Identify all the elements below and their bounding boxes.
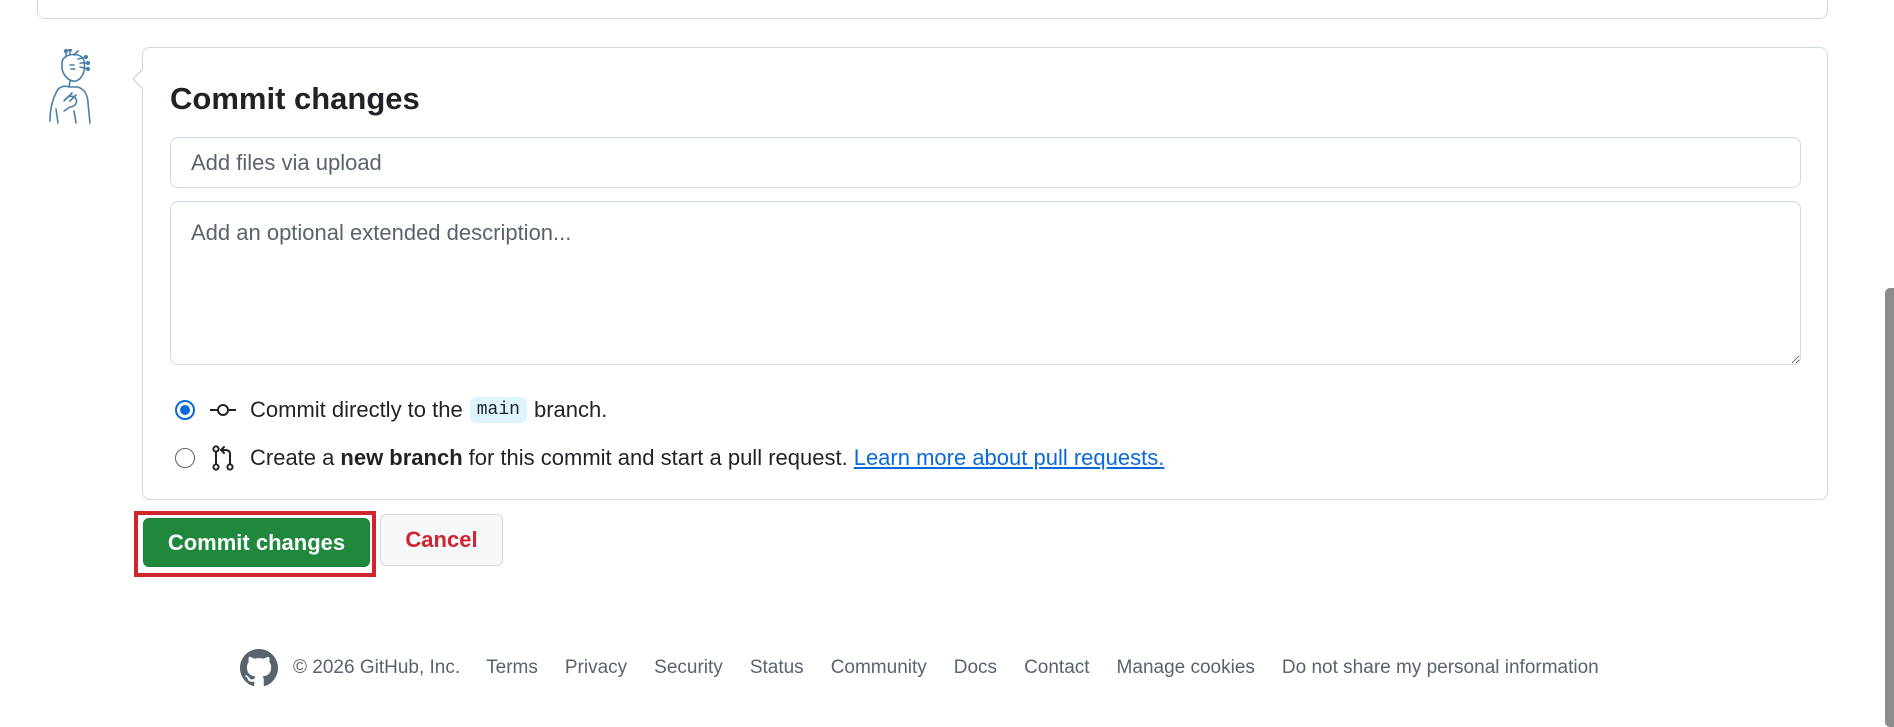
footer-link-do-not-share[interactable]: Do not share my personal information [1282, 657, 1599, 679]
copilot-avatar-icon [49, 49, 91, 124]
footer-copyright: © 2026 GitHub, Inc. [293, 657, 461, 678]
direct-text-before: Commit directly to the [250, 397, 463, 422]
commit-changes-button[interactable]: Commit changes [143, 518, 370, 567]
direct-text-after: branch. [533, 397, 608, 422]
commit-title: Commit changes [170, 81, 420, 116]
commit-direct-option[interactable]: Commit directly to the main branch. [175, 394, 607, 426]
commit-description-textarea[interactable] [170, 201, 1801, 365]
new-branch-text-after: for this commit and start a pull request… [468, 445, 848, 470]
commit-changes-panel: Commit changes Commit directly to the ma… [132, 47, 1828, 500]
git-commit-icon [210, 404, 236, 416]
new-branch-bold-text: new branch [340, 445, 463, 470]
footer-link-manage-cookies[interactable]: Manage cookies [1117, 657, 1255, 679]
commit-direct-radio[interactable] [175, 400, 195, 420]
footer-link-docs[interactable]: Docs [954, 657, 997, 679]
footer-link-privacy[interactable]: Privacy [565, 657, 627, 679]
new-branch-radio[interactable] [175, 448, 195, 468]
cancel-button[interactable]: Cancel [380, 514, 503, 566]
footer-link-status[interactable]: Status [750, 657, 804, 679]
footer-link-security[interactable]: Security [654, 657, 723, 679]
new-branch-text-before: Create a [250, 445, 335, 470]
footer-link-terms[interactable]: Terms [486, 657, 538, 679]
previous-panel [37, 0, 1828, 19]
commit-message-input[interactable] [170, 137, 1801, 188]
learn-more-pull-requests-link[interactable]: Learn more about pull requests. [854, 445, 1165, 471]
github-mark-icon[interactable] [240, 649, 278, 687]
site-footer: © 2026 GitHub, Inc. Terms Privacy Securi… [240, 648, 1626, 688]
branch-name-badge: main [469, 397, 527, 423]
speech-caret-fill [134, 69, 144, 89]
git-pull-request-icon [212, 445, 234, 471]
footer-link-contact[interactable]: Contact [1024, 657, 1089, 679]
page-scrollbar-thumb[interactable] [1885, 288, 1894, 727]
new-branch-option[interactable]: Create a new branch for this commit and … [175, 442, 1164, 474]
footer-link-community[interactable]: Community [831, 657, 927, 679]
